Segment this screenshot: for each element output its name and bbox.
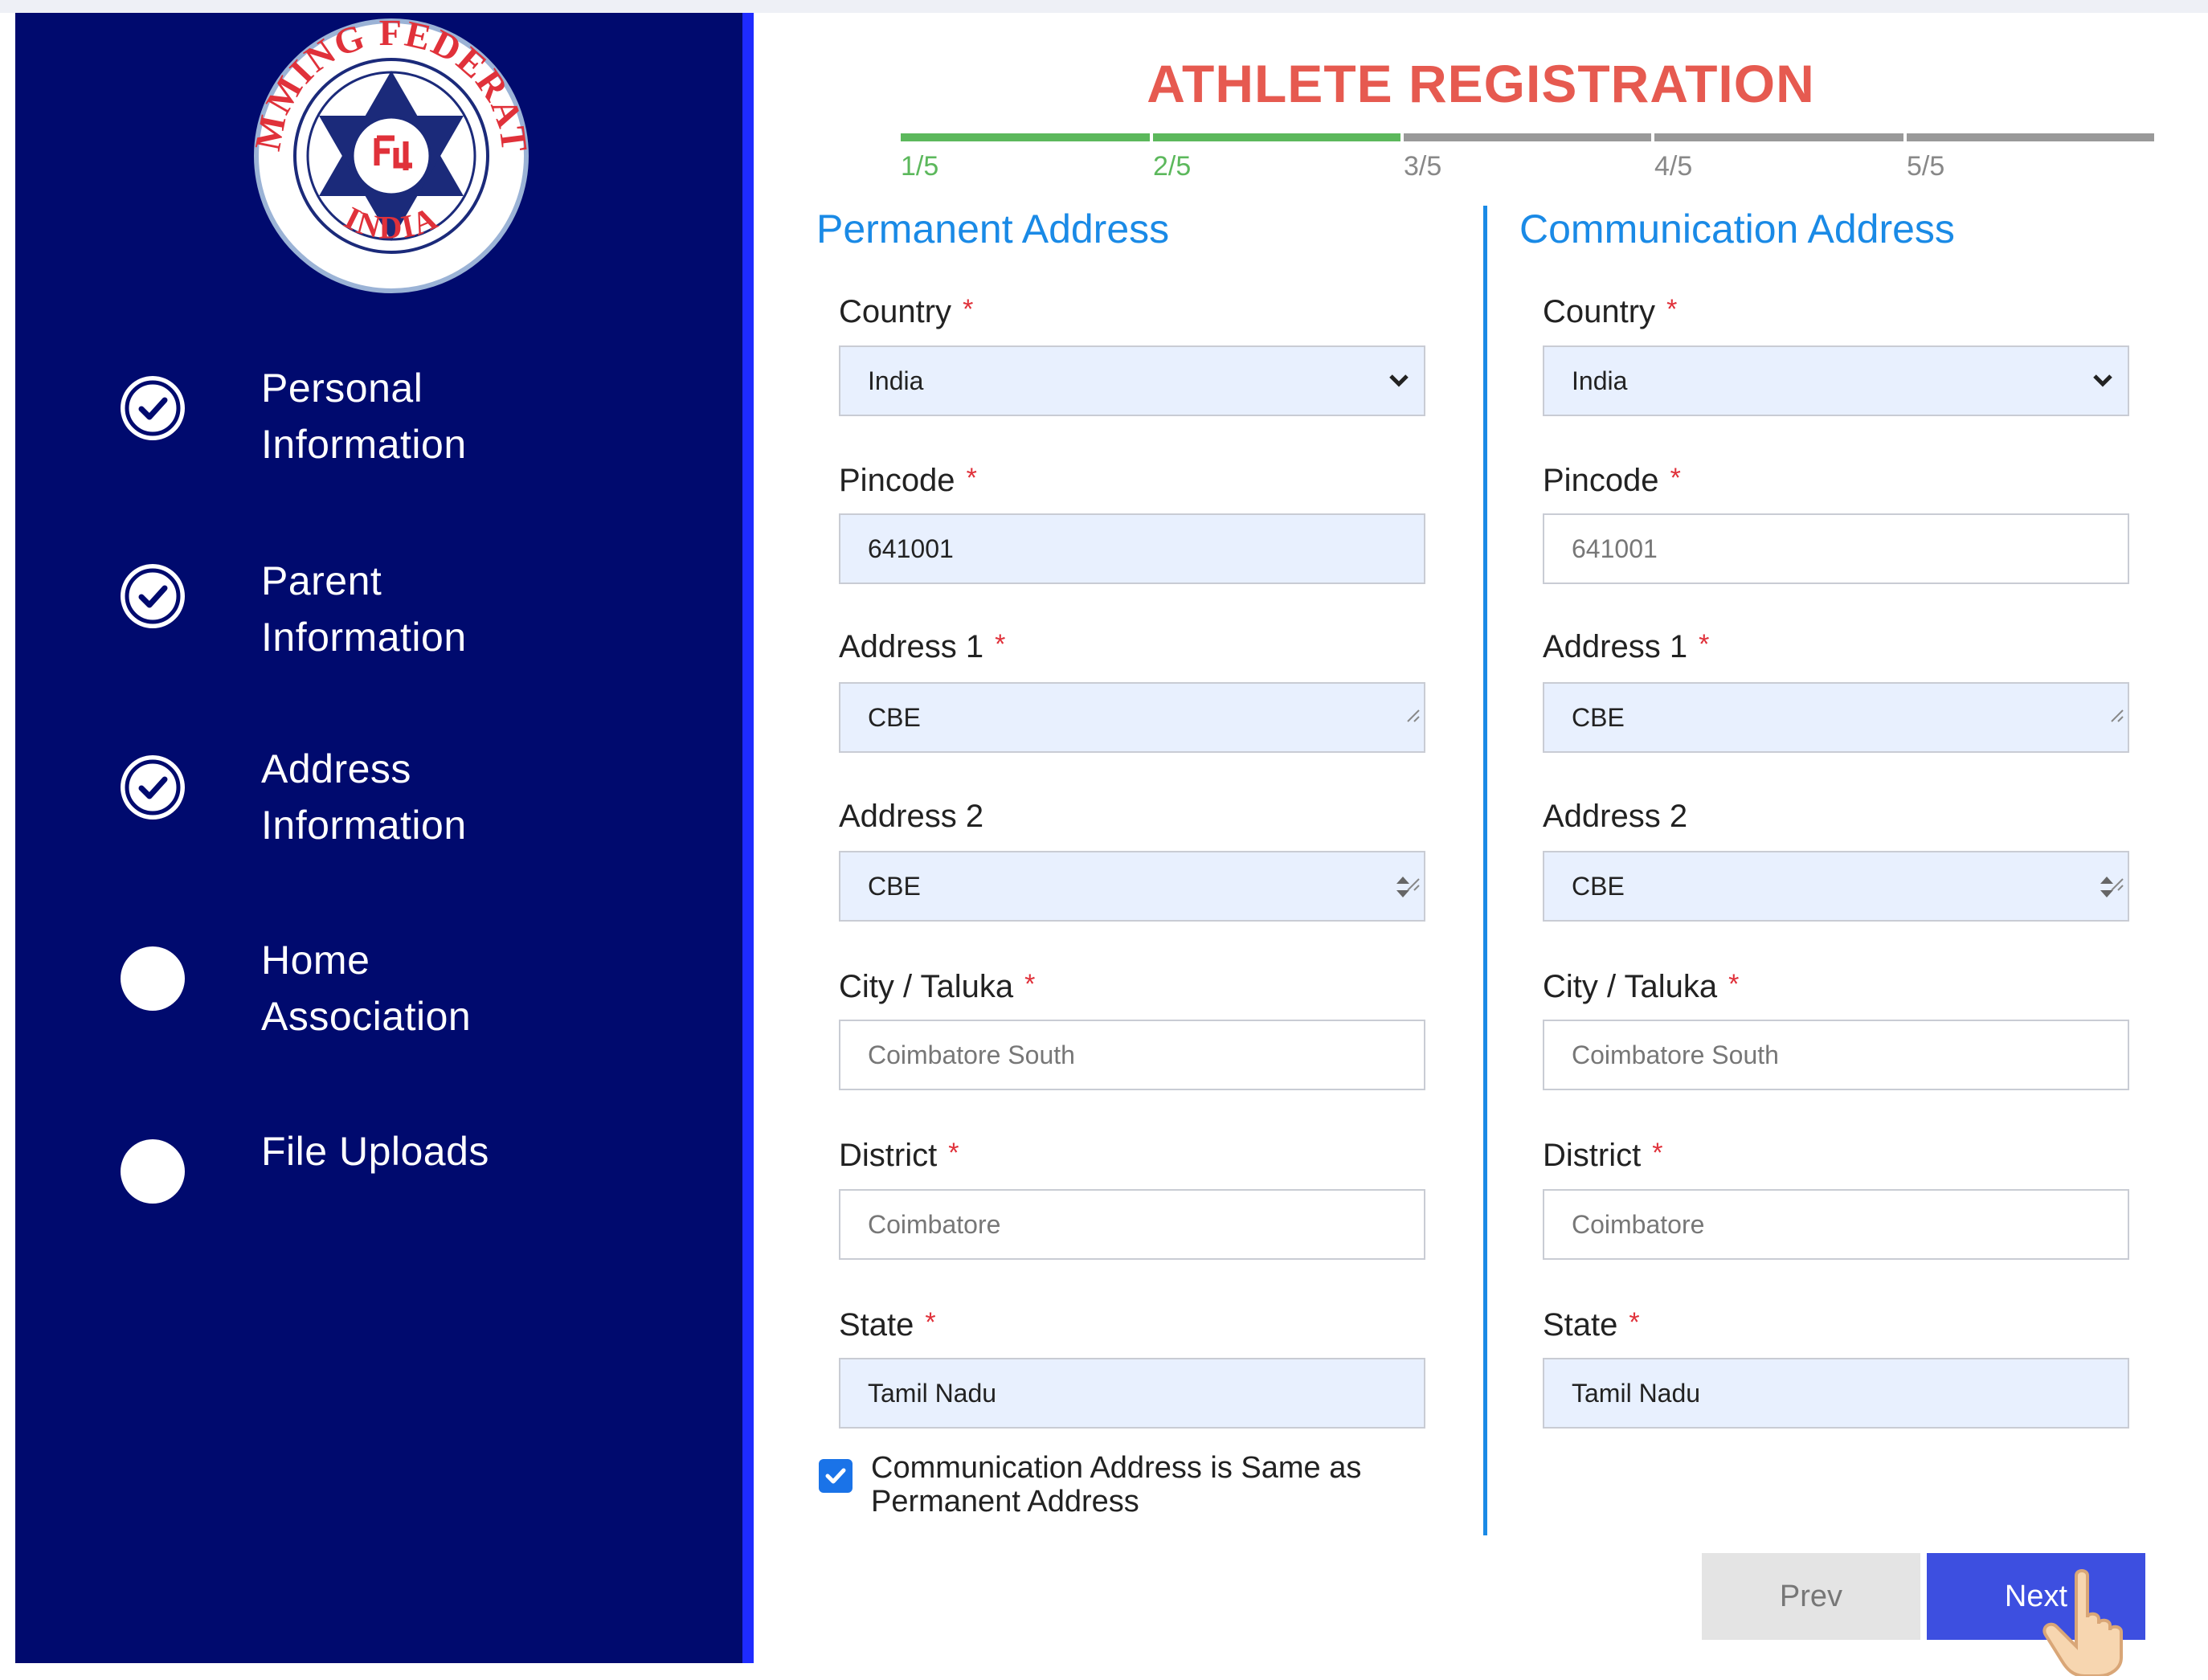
check-circle-icon xyxy=(121,755,185,820)
window-top-edge xyxy=(0,0,2208,13)
progress-segment xyxy=(1907,133,2154,141)
comm-state-label: State * xyxy=(1543,1307,1640,1343)
comm-city-input[interactable]: Coimbatore South xyxy=(1543,1020,2129,1090)
progress-label: 2/5 xyxy=(1153,151,1192,182)
same-address-label: Communication Address is Same as Permane… xyxy=(871,1451,1362,1519)
pointer-hand-cursor-icon xyxy=(2038,1568,2150,1680)
check-circle-icon xyxy=(121,564,185,628)
column-divider xyxy=(1483,206,1487,1535)
sidebar-step-label: Personal Information xyxy=(261,366,467,467)
comm-address1-label: Address 1 * xyxy=(1543,629,1710,664)
sidebar-step-address[interactable]: Address Information xyxy=(15,741,742,869)
communication-address-heading: Communication Address xyxy=(1519,206,1955,251)
sidebar-step-personal[interactable]: Personal Information xyxy=(15,360,742,488)
progress-bar xyxy=(901,133,2154,141)
federation-logo: SWIMMING FEDERATION INDIA xyxy=(221,0,542,298)
perm-district-label: District * xyxy=(839,1138,959,1173)
empty-circle-icon xyxy=(121,946,185,1011)
sidebar-step-parent[interactable]: Parent Information xyxy=(15,553,742,681)
perm-address2-label: Address 2 xyxy=(839,799,984,834)
resize-grip-icon[interactable] xyxy=(2107,852,2124,917)
chevron-down-icon xyxy=(2091,347,2115,439)
resize-grip-icon[interactable] xyxy=(1403,852,1421,917)
progress-segment xyxy=(1404,133,1651,141)
perm-country-label: Country * xyxy=(839,294,974,329)
resize-grip-icon[interactable] xyxy=(2107,681,2124,748)
perm-city-input[interactable]: Coimbatore South xyxy=(839,1020,1425,1090)
comm-pincode-input[interactable]: 641001 xyxy=(1543,513,2129,584)
sidebar-step-label: Parent Information xyxy=(261,558,467,660)
progress-label: 4/5 xyxy=(1654,151,1693,182)
comm-country-label: Country * xyxy=(1543,294,1678,329)
perm-pincode-label: Pincode * xyxy=(839,463,977,498)
registration-form: ATHLETE REGISTRATION 1/5 2/5 3/5 4/5 5/5… xyxy=(754,13,2208,1678)
comm-district-label: District * xyxy=(1543,1138,1663,1173)
checkmark-icon xyxy=(825,1468,846,1484)
perm-country-select[interactable]: India xyxy=(839,345,1425,416)
comm-pincode-label: Pincode * xyxy=(1543,463,1681,498)
sidebar-step-home-association[interactable]: Home Association xyxy=(15,932,742,1061)
permanent-address-heading: Permanent Address xyxy=(816,206,1170,251)
perm-address1-textarea[interactable]: CBE xyxy=(839,682,1425,753)
sidebar-step-label: Address Information xyxy=(261,746,467,848)
perm-city-label: City / Taluka * xyxy=(839,969,1036,1004)
progress-segment xyxy=(1153,133,1400,141)
sidebar-step-label: File Uploads xyxy=(261,1129,489,1174)
sidebar-step-label: Home Association xyxy=(261,938,472,1039)
perm-state-input[interactable]: Tamil Nadu xyxy=(839,1358,1425,1429)
perm-address1-label: Address 1 * xyxy=(839,629,1006,664)
progress-label: 3/5 xyxy=(1404,151,1442,182)
comm-address2-textarea[interactable]: CBE xyxy=(1543,851,2129,922)
comm-country-select[interactable]: India xyxy=(1543,345,2129,416)
chevron-down-icon xyxy=(1387,347,1411,439)
comm-address2-label: Address 2 xyxy=(1543,799,1688,834)
comm-city-label: City / Taluka * xyxy=(1543,969,1740,1004)
perm-district-input[interactable]: Coimbatore xyxy=(839,1189,1425,1260)
progress-label: 1/5 xyxy=(901,151,939,182)
perm-address2-textarea[interactable]: CBE xyxy=(839,851,1425,922)
progress-segment xyxy=(1654,133,1903,141)
comm-address1-textarea[interactable]: CBE xyxy=(1543,682,2129,753)
resize-grip-icon[interactable] xyxy=(1403,681,1421,748)
same-address-checkbox[interactable] xyxy=(819,1459,853,1493)
sidebar-step-file-uploads[interactable]: File Uploads xyxy=(15,1123,742,1252)
comm-district-input[interactable]: Coimbatore xyxy=(1543,1189,2129,1260)
empty-circle-icon xyxy=(121,1139,185,1204)
page-title: ATHLETE REGISTRATION xyxy=(1147,54,1815,113)
check-circle-icon xyxy=(121,376,185,440)
progress-label: 5/5 xyxy=(1907,151,1945,182)
perm-pincode-input[interactable]: 641001 xyxy=(839,513,1425,584)
prev-button[interactable]: Prev xyxy=(1702,1553,1920,1640)
sidebar: SWIMMING FEDERATION INDIA Personal Infor… xyxy=(15,0,754,1663)
perm-state-label: State * xyxy=(839,1307,936,1343)
progress-segment xyxy=(901,133,1150,141)
comm-state-input[interactable]: Tamil Nadu xyxy=(1543,1358,2129,1429)
